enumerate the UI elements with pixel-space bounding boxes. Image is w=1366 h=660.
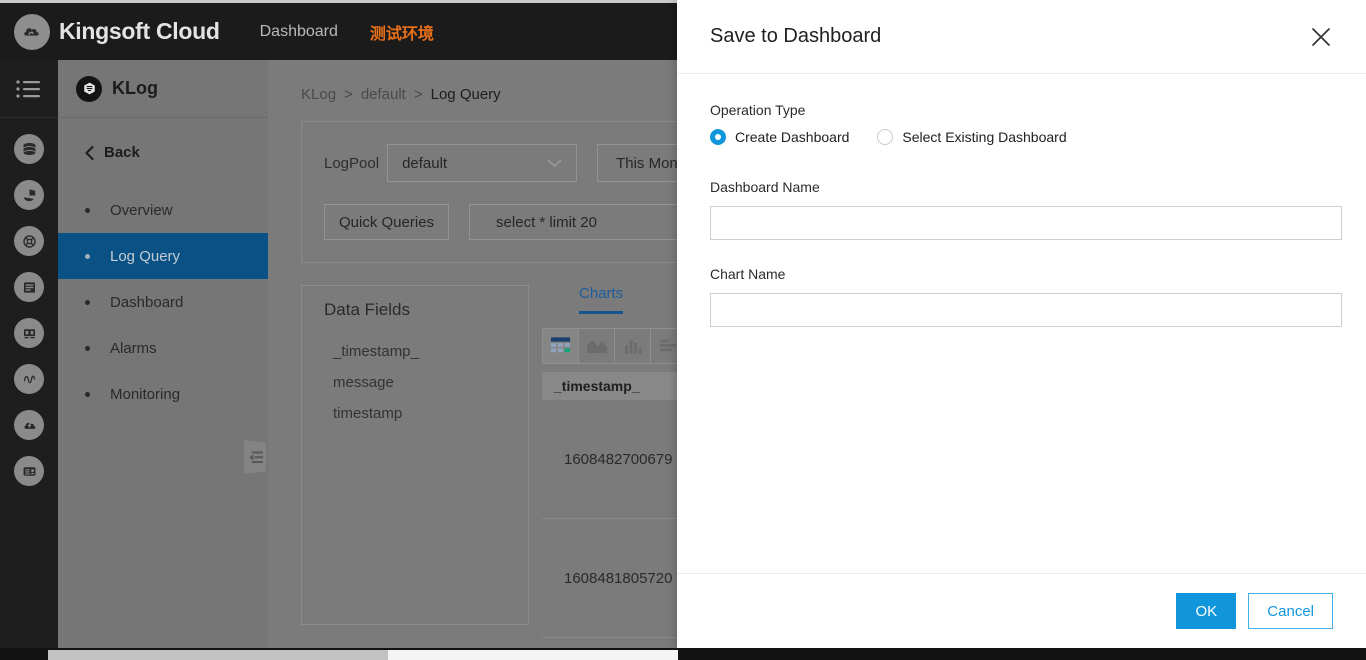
bullet-icon bbox=[85, 207, 90, 213]
list-item[interactable]: _timestamp_ bbox=[324, 336, 528, 367]
sidebar-item-label: Monitoring bbox=[110, 385, 181, 403]
list-item[interactable]: timestamp bbox=[324, 398, 528, 429]
rail-item-analytics[interactable] bbox=[0, 172, 58, 218]
radio-label: Select Existing Dashboard bbox=[902, 129, 1067, 145]
radio-label: Create Dashboard bbox=[735, 129, 850, 145]
database-icon bbox=[14, 134, 44, 164]
list-item[interactable]: message bbox=[324, 367, 528, 398]
sidebar-item-label: Alarms bbox=[110, 339, 157, 357]
chevron-left-icon bbox=[84, 145, 95, 161]
logpool-label: LogPool bbox=[324, 154, 380, 172]
ok-button[interactable]: OK bbox=[1176, 593, 1237, 629]
hamburger-menu-icon[interactable] bbox=[0, 60, 58, 118]
id-card-icon bbox=[14, 456, 44, 486]
quick-queries-button[interactable]: Quick Queries bbox=[324, 204, 450, 240]
radio-unselected-icon bbox=[877, 129, 894, 145]
rail-item-support[interactable] bbox=[0, 218, 58, 264]
collapse-panel-icon[interactable] bbox=[244, 440, 266, 474]
breadcrumb-item-log-query: Log Query bbox=[430, 86, 501, 103]
bar-chart-icon[interactable] bbox=[615, 329, 651, 363]
rail-item-cloud-upload[interactable] bbox=[0, 402, 58, 448]
klog-sidebar: KLog Back Overview Log Query Dashboard A… bbox=[58, 60, 268, 648]
klog-header: KLog bbox=[58, 60, 268, 118]
sidebar-item-alarms[interactable]: Alarms bbox=[58, 325, 268, 371]
area-chart-icon[interactable] bbox=[579, 329, 615, 363]
chart-type-toolbar bbox=[542, 328, 688, 364]
waveform-icon bbox=[14, 364, 44, 394]
rail-item-server[interactable] bbox=[0, 264, 58, 310]
sidebar-item-label: Log Query bbox=[110, 247, 181, 265]
radio-select-existing-dashboard[interactable]: Select Existing Dashboard bbox=[877, 129, 1067, 145]
logpool-select-value: default bbox=[402, 154, 448, 172]
bullet-icon bbox=[85, 391, 90, 397]
breadcrumb-separator: > bbox=[413, 86, 423, 103]
pie-chart-icon bbox=[14, 180, 44, 210]
chart-name-field-block: Chart Name bbox=[710, 266, 1342, 327]
modal-footer: OK Cancel bbox=[677, 573, 1366, 648]
cloud-logo-icon bbox=[14, 13, 50, 50]
rail-item-account[interactable] bbox=[0, 448, 58, 494]
quick-queries-label: Quick Queries bbox=[339, 213, 435, 231]
sidebar-item-dashboard[interactable]: Dashboard bbox=[58, 279, 268, 325]
bullet-icon bbox=[85, 299, 90, 305]
bullet-icon bbox=[85, 345, 90, 351]
cloud-upload-icon bbox=[14, 410, 44, 440]
brand-name: Kingsoft Cloud bbox=[59, 18, 220, 44]
sidebar-item-label: Overview bbox=[110, 201, 173, 219]
sidebar-item-log-query[interactable]: Log Query bbox=[58, 233, 268, 279]
sidebar-item-monitoring[interactable]: Monitoring bbox=[58, 371, 268, 417]
dashboard-name-field-block: Dashboard Name bbox=[710, 179, 1342, 240]
rail-item-database[interactable] bbox=[0, 126, 58, 172]
breadcrumb-separator: > bbox=[344, 86, 353, 103]
server-icon bbox=[14, 272, 44, 302]
radio-selected-icon bbox=[710, 129, 726, 145]
dashboard-name-label: Dashboard Name bbox=[710, 179, 820, 195]
brand[interactable]: Kingsoft Cloud bbox=[14, 13, 220, 50]
klog-title: KLog bbox=[112, 78, 158, 98]
bullet-icon bbox=[85, 253, 90, 259]
chart-name-input[interactable] bbox=[710, 293, 1342, 327]
breadcrumb-item-klog[interactable]: KLog bbox=[301, 86, 336, 103]
cancel-button[interactable]: Cancel bbox=[1248, 593, 1333, 629]
data-fields-title: Data Fields bbox=[324, 300, 410, 319]
back-button[interactable]: Back bbox=[58, 118, 268, 181]
icon-rail bbox=[0, 60, 58, 648]
lifebuoy-icon bbox=[14, 226, 44, 256]
app-root: Kingsoft Cloud Dashboard 测试环境 KLog Back … bbox=[0, 0, 1366, 660]
klog-logo-icon bbox=[76, 75, 102, 102]
sidebar-item-label: Dashboard bbox=[110, 293, 184, 311]
topnav-item-environment[interactable]: 测试环境 bbox=[370, 20, 434, 44]
rail-item-presentation[interactable] bbox=[0, 310, 58, 356]
operation-type-label: Operation Type bbox=[710, 102, 806, 118]
horizontal-scrollbar-thumb[interactable] bbox=[48, 650, 388, 660]
breadcrumb-item-default[interactable]: default bbox=[361, 86, 406, 103]
query-input-value: select * limit 20 bbox=[496, 213, 597, 231]
radio-create-dashboard[interactable]: Create Dashboard bbox=[710, 129, 849, 145]
modal-header: Save to Dashboard bbox=[677, 0, 1366, 74]
dashboard-name-input[interactable] bbox=[710, 206, 1342, 240]
back-label: Back bbox=[104, 144, 140, 161]
table-chart-icon[interactable] bbox=[543, 329, 579, 363]
chart-name-label: Chart Name bbox=[710, 266, 786, 282]
klog-nav: Overview Log Query Dashboard Alarms Moni… bbox=[58, 187, 268, 417]
tab-charts[interactable]: Charts bbox=[579, 285, 624, 314]
data-fields-panel: Data Fields _timestamp_ message timestam… bbox=[301, 285, 529, 625]
modal-title: Save to Dashboard bbox=[710, 25, 882, 47]
chevron-down-icon bbox=[547, 155, 562, 172]
operation-type-radio-group: Create Dashboard Select Existing Dashboa… bbox=[710, 129, 1333, 145]
presentation-icon bbox=[14, 318, 44, 348]
logpool-select[interactable]: default bbox=[387, 144, 578, 182]
modal-body: Operation Type Create Dashboard Select E… bbox=[677, 74, 1366, 573]
save-to-dashboard-modal: Save to Dashboard Operation Type Create … bbox=[677, 0, 1366, 648]
sidebar-item-overview[interactable]: Overview bbox=[58, 187, 268, 233]
close-icon[interactable] bbox=[1308, 24, 1334, 50]
rail-item-waveform[interactable] bbox=[0, 356, 58, 402]
topnav-item-dashboard[interactable]: Dashboard bbox=[260, 23, 338, 41]
